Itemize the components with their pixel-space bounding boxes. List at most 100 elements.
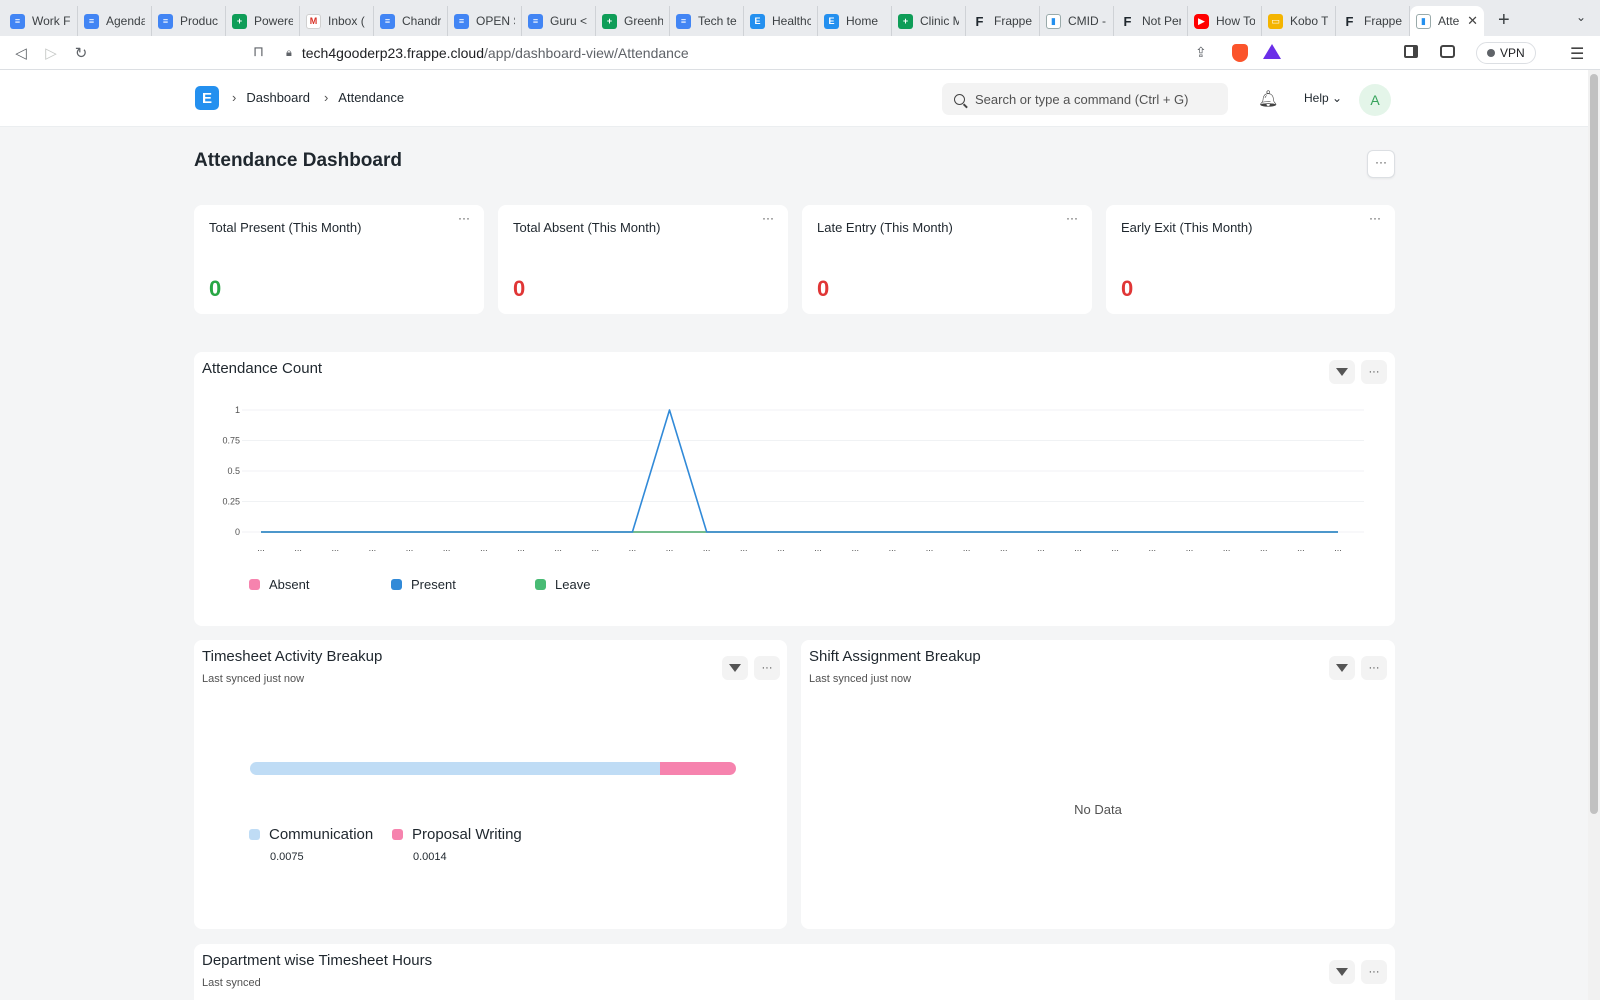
browser-tab[interactable]: F Not Per <box>1114 6 1188 36</box>
x-tick-label: ... <box>406 543 414 553</box>
tab-title: Atte <box>1438 14 1460 28</box>
forward-arrow-icon[interactable]: ▷ <box>36 44 66 62</box>
frappe-favicon-icon: F <box>975 13 984 29</box>
browser-tab[interactable]: ≡ Work F <box>4 6 78 36</box>
x-tick-label: ... <box>851 543 859 553</box>
frappe-favicon-icon: F <box>1123 13 1132 29</box>
y-tick-label: 1 <box>235 405 240 415</box>
widget-menu-button[interactable]: ··· <box>1361 656 1387 680</box>
avatar[interactable]: A <box>1359 84 1391 116</box>
breadcrumb-dashboard[interactable]: Dashboard <box>246 90 310 105</box>
browser-tab[interactable]: + Clinic M <box>892 6 966 36</box>
browser-tab[interactable]: ≡ Guru < <box>522 6 596 36</box>
share-icon[interactable]: ⇪ <box>1195 44 1207 61</box>
filter-button[interactable] <box>1329 960 1355 984</box>
bar-segment-proposal-writing[interactable] <box>659 762 736 775</box>
card-menu-button[interactable]: ··· <box>1369 211 1381 225</box>
browser-tab[interactable]: ▭ Kobo T <box>1262 6 1336 36</box>
browser-tab[interactable]: ▶ How To <box>1188 6 1262 36</box>
number-card-value: 0 <box>817 276 830 301</box>
app-logo[interactable]: E <box>195 86 219 110</box>
sheet-favicon-icon: + <box>898 13 913 29</box>
number-card-title: Late Entry (This Month) <box>817 220 953 235</box>
tab-title: Produc <box>180 14 219 28</box>
legend-swatch <box>535 579 546 590</box>
card-menu-button[interactable]: ··· <box>1066 211 1078 225</box>
browser-tab[interactable]: ▮ Atte ✕ <box>1410 6 1484 36</box>
address-bar[interactable]: 🔒︎ tech4gooderp23.frappe.cloud/app/dashb… <box>286 40 1316 66</box>
vpn-button[interactable]: VPN <box>1476 42 1536 64</box>
browser-tab[interactable]: + Greenh <box>596 6 670 36</box>
search-input[interactable]: Search or type a command (Ctrl + G) <box>942 83 1228 115</box>
legend-item-leave[interactable]: Leave <box>535 577 590 592</box>
filter-button[interactable] <box>722 656 748 680</box>
widget-menu-button[interactable]: ··· <box>754 656 780 680</box>
browser-tab[interactable]: ≡ OPEN S <box>448 6 522 36</box>
wallet-icon[interactable] <box>1440 45 1455 58</box>
tab-list-chevron-icon[interactable]: ⌄ <box>1576 10 1586 24</box>
card-menu-button[interactable]: ··· <box>458 211 470 225</box>
page-scrollbar[interactable] <box>1588 70 1600 1000</box>
number-card-total-present: Total Present (This Month) ··· 0 <box>194 205 484 314</box>
brave-shields-icon[interactable] <box>1232 44 1248 62</box>
browser-menu-icon[interactable]: ☰ <box>1570 44 1584 64</box>
legend-item-present[interactable]: Present <box>391 577 456 592</box>
last-synced-text: Last synced just now <box>202 673 305 685</box>
legend-label: Absent <box>269 577 310 592</box>
filter-icon <box>1336 664 1348 672</box>
browser-tab[interactable]: E Home <box>818 6 892 36</box>
department-timesheet-widget: Department wise Timesheet Hours Last syn… <box>194 944 1395 1000</box>
reload-icon[interactable]: ↻ <box>66 44 96 62</box>
notification-bell-icon[interactable]: 🔔︎ <box>1258 89 1278 109</box>
x-tick-label: ... <box>740 543 748 553</box>
sidebar-toggle-icon[interactable] <box>1404 45 1418 58</box>
scrollbar-thumb[interactable] <box>1590 74 1598 814</box>
number-card-value: 0 <box>513 276 526 301</box>
x-tick-label: ... <box>1037 543 1045 553</box>
x-tick-label: ... <box>517 543 525 553</box>
new-tab-button[interactable]: + <box>1498 9 1510 32</box>
browser-tab[interactable]: ≡ Tech te <box>670 6 744 36</box>
filter-button[interactable] <box>1329 656 1355 680</box>
frappe-favicon-icon: F <box>1345 13 1354 29</box>
last-synced-text: Last synced just now <box>809 673 912 685</box>
lock-icon[interactable]: 🔒︎ <box>286 47 292 60</box>
slides-favicon-icon: ▭ <box>1268 13 1283 29</box>
legend-item-proposal-writing[interactable]: Proposal Writing 0.0014 <box>392 826 522 863</box>
browser-tab[interactable]: ≡ Agenda <box>78 6 152 36</box>
tab-title: Not Per <box>1142 14 1181 28</box>
x-tick-label: ... <box>963 543 971 553</box>
bar-segment-communication[interactable] <box>250 762 660 775</box>
number-card-title: Early Exit (This Month) <box>1121 220 1253 235</box>
x-tick-label: ... <box>1186 543 1194 553</box>
legend-item-absent[interactable]: Absent <box>249 577 309 592</box>
number-card-total-absent: Total Absent (This Month) ··· 0 <box>498 205 788 314</box>
browser-tab[interactable]: M Inbox ( <box>300 6 374 36</box>
browser-tab[interactable]: + Powere <box>226 6 300 36</box>
browser-tab[interactable]: E Healthc <box>744 6 818 36</box>
vpn-status-dot <box>1487 49 1495 57</box>
legend-item-communication[interactable]: Communication 0.0075 <box>249 826 373 863</box>
help-dropdown[interactable]: Help ⌄ <box>1304 91 1342 105</box>
bookmark-icon[interactable]: ⊓ <box>253 43 264 60</box>
browser-tab[interactable]: F Frappe <box>966 6 1040 36</box>
widget-menu-button[interactable]: ··· <box>1361 360 1387 384</box>
browser-tab[interactable]: ≡ Produc <box>152 6 226 36</box>
browser-tab[interactable]: F Frappe <box>1336 6 1410 36</box>
widget-menu-button[interactable]: ··· <box>1361 960 1387 984</box>
page-menu-button[interactable]: ··· <box>1367 150 1395 178</box>
browser-tab[interactable]: ▮ CMID - <box>1040 6 1114 36</box>
filter-button[interactable] <box>1329 360 1355 384</box>
card-menu-button[interactable]: ··· <box>762 211 774 225</box>
x-tick-label: ... <box>777 543 785 553</box>
x-tick-label: ... <box>257 543 265 553</box>
doc-favicon-icon: ≡ <box>676 13 691 29</box>
breadcrumb-attendance[interactable]: Attendance <box>338 90 404 105</box>
x-tick-label: ... <box>1111 543 1119 553</box>
browser-toolbar: ◁ ▷ ↻ ⊓ 🔒︎ tech4gooderp23.frappe.cloud/a… <box>0 36 1600 70</box>
cmid-favicon-icon: ▮ <box>1416 13 1431 29</box>
browser-tab[interactable]: ≡ Chandr <box>374 6 448 36</box>
brave-rewards-icon[interactable] <box>1263 44 1281 59</box>
back-arrow-icon[interactable]: ◁ <box>6 44 36 62</box>
close-tab-icon[interactable]: ✕ <box>1467 13 1478 29</box>
